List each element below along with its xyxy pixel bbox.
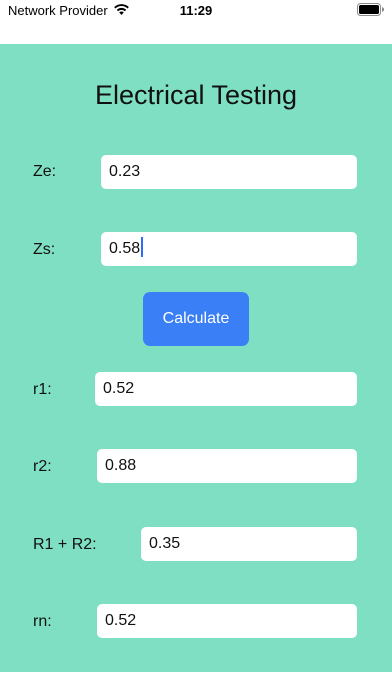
main-panel [0, 44, 392, 672]
page-title: Electrical Testing [94, 80, 298, 110]
r1-plus-r2-value: 0.35 [149, 535, 181, 552]
zs-label: Zs: [33, 241, 56, 258]
rn-value: 0.52 [105, 612, 137, 629]
r1-plus-r2-field[interactable]: 0.35 [141, 527, 357, 561]
zs-value: 0.58 [109, 240, 141, 257]
zs-field[interactable]: 0.58 [101, 232, 357, 266]
ze-value: 0.23 [109, 163, 141, 180]
battery-icon [357, 3, 384, 16]
ze-label: Ze: [33, 163, 57, 180]
rn-field[interactable]: 0.52 [97, 604, 357, 638]
r1-field[interactable]: 0.52 [95, 372, 357, 406]
r1-value: 0.52 [103, 380, 135, 397]
r2-value: 0.88 [105, 457, 137, 474]
ze-field[interactable]: 0.23 [101, 155, 357, 189]
r2-label: r2: [33, 458, 52, 475]
status-bar: Network Provider 11:29 [0, 0, 392, 44]
r1-plus-r2-label: R1 + R2: [33, 536, 97, 553]
text-cursor [141, 237, 144, 258]
rn-label: rn: [33, 613, 52, 630]
app-screen: Network Provider 11:29 Electrical Testin… [0, 0, 392, 696]
r2-field[interactable]: 0.88 [97, 449, 357, 483]
r1-label: r1: [33, 381, 52, 398]
bottom-bar [0, 672, 392, 696]
clock: 11:29 [179, 3, 213, 18]
calculate-button[interactable]: Calculate [143, 292, 249, 346]
